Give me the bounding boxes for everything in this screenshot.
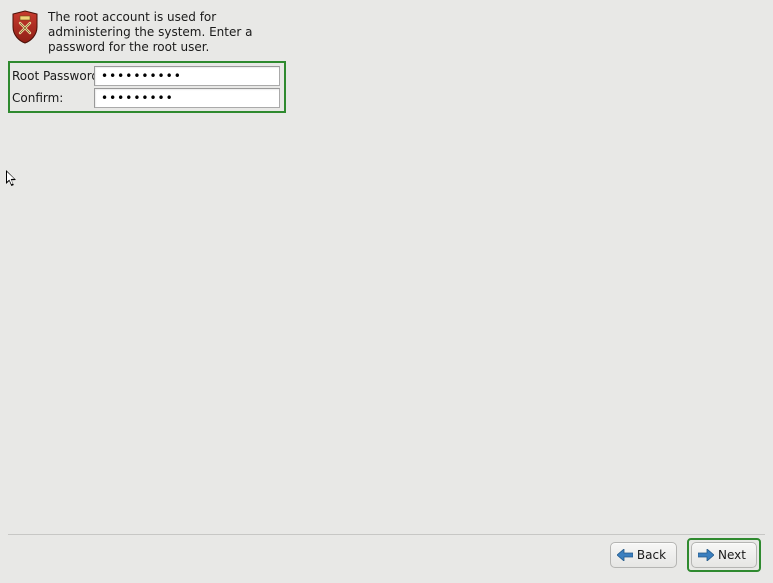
root-password-input[interactable] [94,66,280,86]
mouse-cursor-icon [6,170,18,188]
next-button-wrap: Next [687,538,761,572]
back-button-wrap: Back [610,542,677,568]
arrow-right-icon [698,549,714,561]
shield-icon [10,10,40,44]
confirm-password-label: Confirm: [12,91,90,105]
root-password-row: Root Password: [12,65,280,87]
confirm-password-input[interactable] [94,88,280,108]
next-button-label: Next [718,548,746,562]
instruction-text: The root account is used for administeri… [48,10,283,55]
footer: Back Next [0,535,773,583]
back-button-label: Back [637,548,666,562]
password-form: Root Password: Confirm: [8,61,286,113]
header: The root account is used for administeri… [0,0,773,61]
next-button[interactable]: Next [691,542,757,568]
back-button[interactable]: Back [610,542,677,568]
confirm-password-row: Confirm: [12,87,280,109]
root-password-label: Root Password: [12,69,90,83]
arrow-left-icon [617,549,633,561]
